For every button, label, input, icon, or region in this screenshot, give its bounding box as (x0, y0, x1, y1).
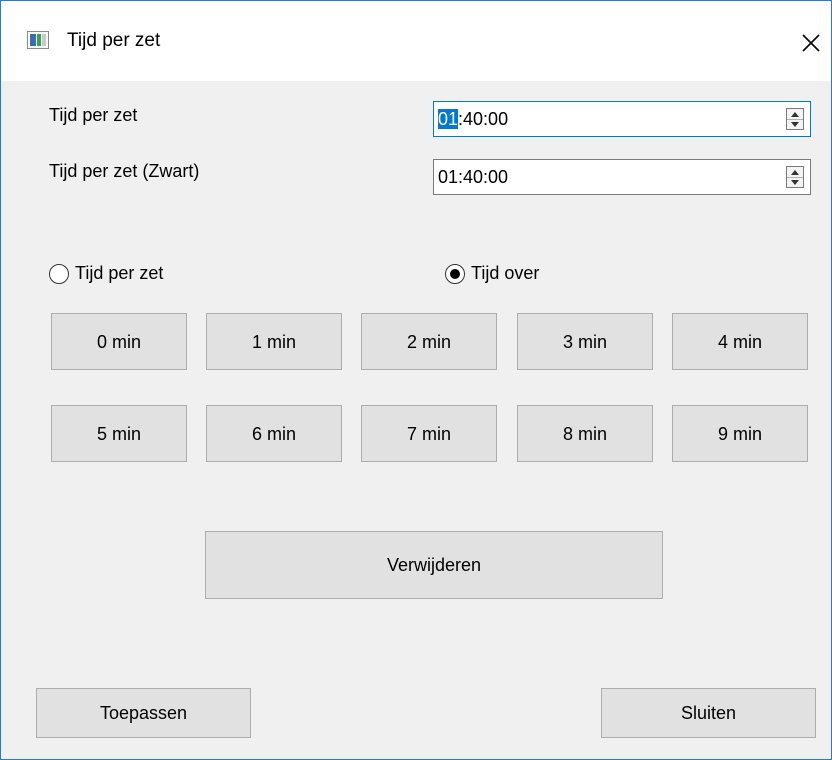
time-per-move-black-label: Tijd per zet (Zwart) (49, 161, 200, 181)
app-icon (27, 31, 49, 49)
arrow-down-icon (791, 121, 799, 127)
minute-button-9[interactable]: 9 min (672, 405, 808, 462)
radio-time-left[interactable]: Tijd over (445, 263, 539, 284)
title-bar[interactable]: Tijd per zet (1, 1, 831, 81)
time-per-move-field[interactable]: 01:40:00 (433, 101, 811, 137)
minute-button-0[interactable]: 0 min (51, 313, 187, 370)
arrow-up-icon (791, 111, 799, 117)
spin-down-button[interactable] (787, 119, 803, 129)
time-per-move-value: 01:40:00 (438, 109, 509, 129)
radio-time-per-move-label: Tijd per zet (75, 263, 164, 283)
minute-button-4[interactable]: 4 min (672, 313, 808, 370)
apply-button[interactable]: Toepassen (36, 688, 251, 738)
arrow-up-icon (791, 169, 799, 175)
minute-button-6[interactable]: 6 min (206, 405, 342, 462)
minute-button-5[interactable]: 5 min (51, 405, 187, 462)
radio-time-left-label: Tijd over (471, 263, 540, 283)
close-window-button[interactable] (791, 21, 831, 65)
spin-down-button[interactable] (787, 177, 803, 187)
radio-time-per-move[interactable]: Tijd per zet (49, 263, 163, 284)
arrow-down-icon (791, 179, 799, 185)
time-per-move-black-field[interactable]: 01:40:00 (433, 159, 811, 195)
window-title: Tijd per zet (67, 30, 161, 51)
close-icon (802, 34, 820, 52)
radio-unchecked-icon (49, 263, 69, 284)
dialog-window: Tijd per zet Tijd per zet 01:40:00 Tijd … (0, 0, 832, 760)
time-per-move-black-spinner[interactable] (786, 166, 804, 188)
time-per-move-black-value: 01:40:00 (438, 167, 509, 187)
remove-button[interactable]: Verwijderen (205, 531, 663, 599)
radio-checked-icon (445, 263, 465, 284)
minute-button-7[interactable]: 7 min (361, 405, 497, 462)
time-per-move-spinner[interactable] (786, 108, 804, 130)
selected-hours: 01 (438, 109, 459, 129)
time-per-move-label: Tijd per zet (49, 105, 138, 125)
close-button[interactable]: Sluiten (601, 688, 816, 738)
minute-button-3[interactable]: 3 min (517, 313, 653, 370)
minute-button-2[interactable]: 2 min (361, 313, 497, 370)
minute-button-1[interactable]: 1 min (206, 313, 342, 370)
minute-button-8[interactable]: 8 min (517, 405, 653, 462)
